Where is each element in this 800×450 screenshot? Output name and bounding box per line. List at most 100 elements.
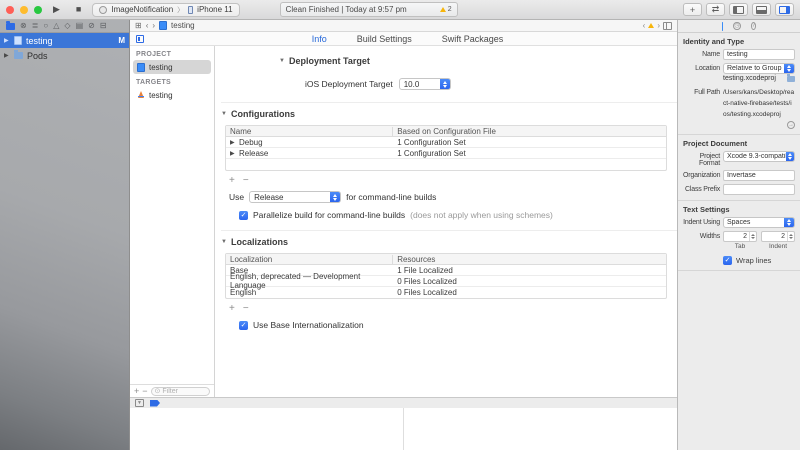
file-icon [159,21,167,30]
history-inspector-icon[interactable]: ◷ [733,22,740,30]
scheme-selector[interactable]: ImageNotification 〉 iPhone 11 [92,3,239,17]
warning-badge[interactable]: 2 [440,6,452,13]
target-list-item-testing[interactable]: testing [133,88,211,102]
related-items-grid-icon[interactable]: ⊞ [135,21,142,30]
project-navigator-icon[interactable] [6,23,15,30]
disclosure-triangle-icon[interactable]: ▶ [230,150,236,157]
ios-deployment-target-dropdown[interactable]: 10.0 [399,78,451,90]
disclosure-triangle-icon[interactable]: ▶ [4,52,10,59]
run-button[interactable]: ▶ [48,3,65,16]
base-internationalization-checkbox[interactable]: ✓ [239,321,248,330]
table-empty-row [226,159,666,170]
section-disclosure-icon[interactable]: ▼ [279,58,285,64]
location-dropdown[interactable]: Relative to Group [723,63,795,74]
tab-build-settings[interactable]: Build Settings [357,34,412,44]
report-navigator-icon[interactable]: ⊟ [100,22,107,30]
tab-width-stepper[interactable]: 2 [723,231,757,242]
toggle-debug-area-button[interactable] [752,3,771,16]
app-target-icon [137,91,145,99]
symbol-navigator-icon[interactable]: ≣ [32,22,39,30]
project-row-label: testing [26,36,53,46]
source-control-navigator-icon[interactable]: ⊗ [20,22,27,30]
issue-navigator-icon[interactable]: △ [53,22,59,30]
editor-area: ⊞ ‹ › testing ‹ › Info Build Settings Sw… [130,20,677,450]
column-name[interactable]: Name [226,127,393,136]
zoom-window-button[interactable] [34,6,42,14]
forward-button[interactable]: › [152,21,155,30]
configurations-section-header[interactable]: ▼ Configurations [221,102,677,123]
column-based-on[interactable]: Based on Configuration File [393,127,666,136]
warning-icon [648,23,654,28]
next-issue-button[interactable]: › [657,21,660,30]
localizations-section-header[interactable]: ▼ Localizations [221,230,677,251]
indent-width-stepper[interactable]: 2 [761,231,795,242]
disclosure-triangle-icon[interactable]: ▶ [4,37,10,44]
activity-status-bar[interactable]: Clean Finished | Today at 9:57 pm 2 [280,2,458,17]
breakpoints-toggle-icon[interactable] [150,400,160,407]
add-target-button[interactable]: + [134,386,139,396]
previous-issue-button[interactable]: ‹ [643,21,646,30]
find-navigator-icon[interactable]: ○ [43,22,48,30]
iphone-icon [188,6,193,14]
tab-info[interactable]: Info [312,34,327,44]
hide-debug-area-icon[interactable]: ▼ [135,399,144,407]
organization-field[interactable]: Invertase [723,170,795,181]
indent-width-value: 2 [762,233,787,240]
choose-folder-icon[interactable] [787,76,795,82]
close-window-button[interactable] [6,6,14,14]
tab-swift-packages[interactable]: Swift Packages [442,34,504,44]
debug-navigator-icon[interactable]: ▤ [76,22,84,30]
disclosure-triangle-icon[interactable]: ▶ [230,139,236,146]
test-navigator-icon[interactable]: ◇ [64,22,70,30]
project-header: PROJECT [130,46,214,60]
name-field[interactable]: testing [723,49,795,60]
indent-using-dropdown[interactable]: Spaces [723,217,795,228]
parallelize-checkbox[interactable]: ✓ [239,211,248,220]
table-row[interactable]: English 0 Files Localized [226,287,666,298]
project-row-testing[interactable]: ▶ testing M [0,33,129,48]
use-suffix-label: for command-line builds [346,192,436,202]
configurations-table: Name Based on Configuration File ▶Debug … [225,125,667,171]
editor-arrows-button[interactable]: ⇄ [706,3,725,16]
wrap-lines-checkbox[interactable]: ✓ [723,256,732,265]
editor-options-icon[interactable] [663,22,672,30]
remove-target-button[interactable]: − [142,386,147,396]
toggle-navigator-button[interactable] [729,3,748,16]
project-list-item-testing[interactable]: testing [133,60,211,74]
back-button[interactable]: ‹ [146,21,149,30]
console-output[interactable] [404,408,677,450]
column-localization[interactable]: Localization [226,255,393,264]
table-row[interactable]: ▶Debug 1 Configuration Set [226,137,666,148]
add-localization-button[interactable]: + [229,303,235,314]
stepper-arrows-icon[interactable] [787,232,794,241]
quick-help-inspector-icon[interactable]: ? [751,22,756,30]
table-row[interactable]: English, deprecated — Development Langua… [226,276,666,287]
toggle-inspector-button[interactable] [775,3,794,16]
deployment-value: 10.0 [400,80,424,89]
project-format-dropdown[interactable]: Xcode 9.3-compatible [723,151,795,162]
stop-button[interactable]: ■ [71,3,86,16]
class-prefix-field[interactable] [723,184,795,195]
variables-view[interactable] [130,408,403,450]
library-add-button[interactable]: + [683,3,702,16]
use-value: Release [250,193,287,202]
filter-field[interactable]: ⊙ Filter [151,387,210,396]
section-disclosure-icon[interactable]: ▼ [221,111,227,117]
table-row[interactable]: ▶Release 1 Configuration Set [226,148,666,159]
jumpbar-file-name[interactable]: testing [171,21,195,30]
project-row-pods[interactable]: ▶ Pods [0,48,129,63]
deployment-target-section-header[interactable]: ▼ Deployment Target [221,50,677,70]
remove-configuration-button[interactable]: − [243,175,249,186]
column-resources[interactable]: Resources [393,255,666,264]
section-disclosure-icon[interactable]: ▼ [221,239,227,245]
stepper-arrows-icon[interactable] [749,232,756,241]
breakpoint-navigator-icon[interactable]: ⊘ [88,22,95,30]
show-document-items-icon[interactable] [136,35,144,43]
project-document-title: Project Document [683,139,795,148]
minimize-window-button[interactable] [20,6,28,14]
add-configuration-button[interactable]: + [229,175,235,186]
file-inspector-icon[interactable] [722,22,723,31]
remove-localization-button[interactable]: − [243,303,249,314]
reveal-in-finder-icon[interactable]: → [787,121,795,129]
command-line-config-dropdown[interactable]: Release [249,191,341,203]
